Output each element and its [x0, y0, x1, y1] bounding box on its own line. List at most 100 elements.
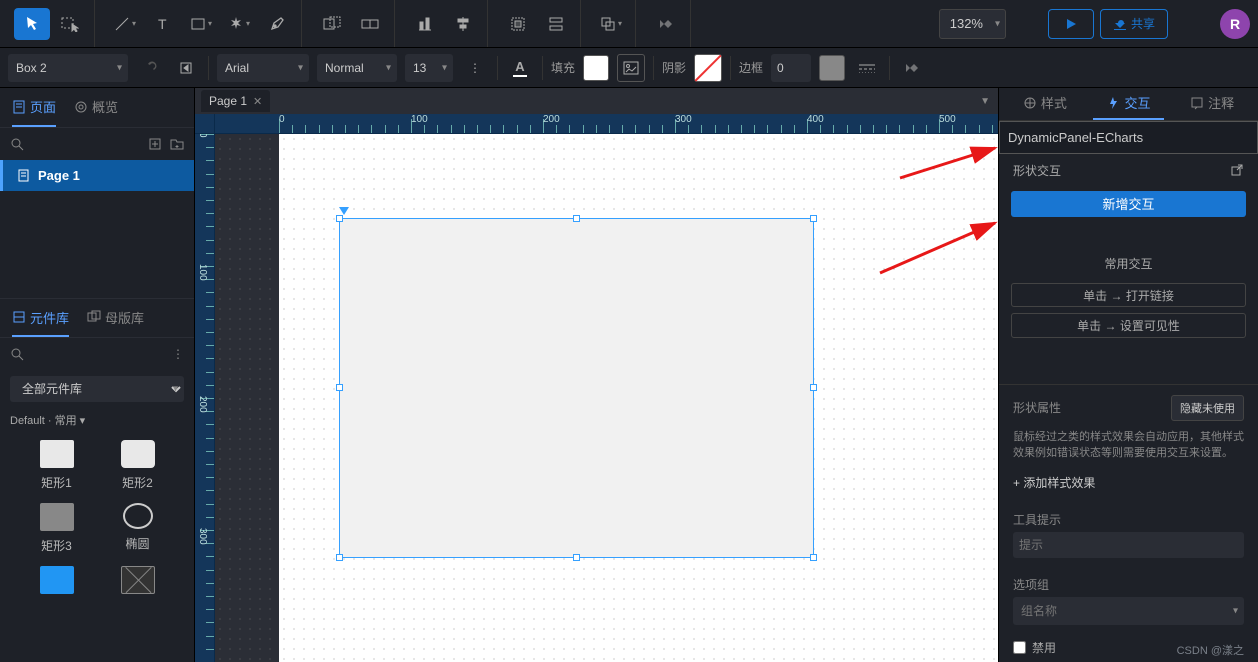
shape-interactions-label: 形状交互 — [1013, 162, 1061, 179]
prop-overflow[interactable] — [898, 54, 926, 82]
shape-image[interactable] — [22, 566, 91, 600]
interactions-tab[interactable]: 交互 — [1093, 88, 1165, 120]
fill-color-swatch[interactable] — [583, 55, 609, 81]
border-style-button[interactable] — [853, 54, 881, 82]
border-width-input[interactable] — [771, 54, 811, 82]
outline-tab[interactable]: 概览 — [74, 88, 118, 127]
canvas-page-tab[interactable]: Page 1✕ — [201, 90, 270, 112]
more-tools — [642, 0, 691, 47]
text-more-button[interactable]: ⋮ — [461, 54, 489, 82]
disable-checkbox[interactable] — [1013, 641, 1026, 654]
border-label: 边框 — [739, 59, 763, 76]
element-name-input[interactable] — [999, 121, 1258, 154]
shape-ellipse[interactable]: 椭圆 — [103, 503, 172, 554]
shape-placeholder[interactable] — [103, 566, 172, 600]
selected-shape[interactable] — [339, 218, 814, 558]
image-fill-button[interactable] — [617, 54, 645, 82]
ungroup-button[interactable] — [352, 8, 388, 40]
element-name-combo[interactable] — [8, 54, 128, 82]
preview-button[interactable] — [1048, 9, 1094, 39]
group-button[interactable] — [314, 8, 350, 40]
border-color-swatch[interactable] — [819, 55, 845, 81]
add-interaction-button[interactable]: 新增交互 — [1011, 191, 1246, 217]
widgets-tab[interactable]: 元件库 — [12, 299, 69, 337]
page-list-item[interactable]: Page 1 — [0, 160, 194, 191]
right-panel: 样式 交互 注释 形状交互 新增交互 常用交互 单击 → 打开链接 单击 → 设… — [998, 88, 1258, 662]
hint-text: 鼠标经过之类的样式效果会自动应用，其他样式效果例如错误状态等则需要使用交互来设置… — [999, 429, 1258, 470]
select-tools-group — [8, 0, 95, 47]
style-tab[interactable]: 样式 — [1009, 88, 1081, 120]
shape-rect2[interactable]: 矩形2 — [103, 440, 172, 491]
resize-handle-e[interactable] — [810, 384, 817, 391]
ruler-corner — [195, 114, 215, 134]
group-select[interactable] — [1013, 597, 1244, 625]
ruler-horizontal[interactable]: 0100200300400500 — [215, 114, 998, 134]
distribute-v-button[interactable] — [538, 8, 574, 40]
unlink-button[interactable] — [136, 54, 164, 82]
draw-tools-group: ▾ T ▾ ▾ — [101, 0, 302, 47]
line-tool[interactable]: ▾ — [107, 8, 143, 40]
resize-handle-n[interactable] — [573, 215, 580, 222]
page-tab-menu-icon[interactable]: ▼ — [980, 96, 990, 107]
shape-props-label: 形状属性 — [1013, 399, 1061, 416]
widget-search-input[interactable] — [32, 347, 164, 361]
align-v-button[interactable] — [445, 8, 481, 40]
page-search-input[interactable] — [32, 137, 140, 151]
text-color-button[interactable]: A — [506, 54, 534, 82]
common-interactions-label: 常用交互 — [999, 247, 1258, 280]
page-surface[interactable] — [279, 134, 998, 662]
distribute-h-button[interactable] — [500, 8, 536, 40]
tooltip-input[interactable] — [1013, 532, 1244, 558]
disable-label: 禁用 — [1032, 639, 1056, 656]
search-icon — [10, 347, 24, 361]
add-page-icon[interactable] — [148, 137, 162, 151]
shadow-label: 阴影 — [662, 59, 686, 76]
resize-handle-s[interactable] — [573, 554, 580, 561]
close-icon[interactable]: ✕ — [253, 95, 262, 108]
ruler-vertical[interactable]: 0100200300 — [195, 134, 215, 662]
align-h-button[interactable] — [407, 8, 443, 40]
fill-label: 填充 — [551, 59, 575, 76]
resize-handle-se[interactable] — [810, 554, 817, 561]
select-tool[interactable] — [14, 8, 50, 40]
library-select[interactable]: 全部元件库 — [10, 376, 184, 402]
shape-tool[interactable]: ▾ — [183, 8, 219, 40]
toolbar-overflow[interactable] — [648, 8, 684, 40]
property-bar: ⋮ A 填充 阴影 边框 — [0, 48, 1258, 88]
user-avatar[interactable]: R — [1220, 9, 1250, 39]
add-style-effect-button[interactable]: + 添加样式效果 — [999, 470, 1258, 501]
font-weight-combo[interactable] — [317, 54, 397, 82]
resize-handle-nw[interactable] — [336, 215, 343, 222]
resize-handle-ne[interactable] — [810, 215, 817, 222]
effect-tool[interactable]: ▾ — [221, 8, 257, 40]
text-tool[interactable]: T — [145, 8, 181, 40]
zoom-select[interactable]: 132% — [939, 9, 1006, 39]
target-button[interactable] — [172, 54, 200, 82]
notes-tab[interactable]: 注释 — [1176, 88, 1248, 120]
page-icon — [17, 169, 30, 182]
hide-unused-button[interactable]: 隐藏未使用 — [1171, 395, 1244, 421]
add-folder-icon[interactable] — [170, 137, 184, 151]
common-click-visibility[interactable]: 单击 → 设置可见性 — [1011, 313, 1246, 337]
watermark: CSDN @漾之 — [1177, 642, 1244, 658]
pages-tab[interactable]: 页面 — [12, 88, 56, 127]
canvas-viewport[interactable] — [215, 134, 998, 662]
pen-tool[interactable] — [259, 8, 295, 40]
resize-handle-sw[interactable] — [336, 554, 343, 561]
widget-menu-icon[interactable]: ⋮ — [172, 347, 184, 361]
resize-handle-w[interactable] — [336, 384, 343, 391]
order-button[interactable]: ▾ — [593, 8, 629, 40]
share-button[interactable]: 共享 — [1100, 9, 1168, 39]
common-click-link[interactable]: 单击 → 打开链接 — [1011, 283, 1246, 307]
shadow-none-button[interactable] — [694, 54, 722, 82]
search-icon — [10, 137, 24, 151]
shape-rect3[interactable]: 矩形3 — [22, 503, 91, 554]
region-select-tool[interactable] — [52, 8, 88, 40]
font-family-combo[interactable] — [217, 54, 309, 82]
external-link-icon[interactable] — [1230, 163, 1244, 177]
library-category[interactable]: Default · 常用 ▾ — [0, 408, 194, 432]
masters-tab[interactable]: 母版库 — [87, 299, 144, 337]
font-size-combo[interactable] — [405, 54, 453, 82]
shape-rect1[interactable]: 矩形1 — [22, 440, 91, 491]
canvas-area: Page 1✕ ▼ 0100200300400500 0100200300 — [195, 88, 998, 662]
